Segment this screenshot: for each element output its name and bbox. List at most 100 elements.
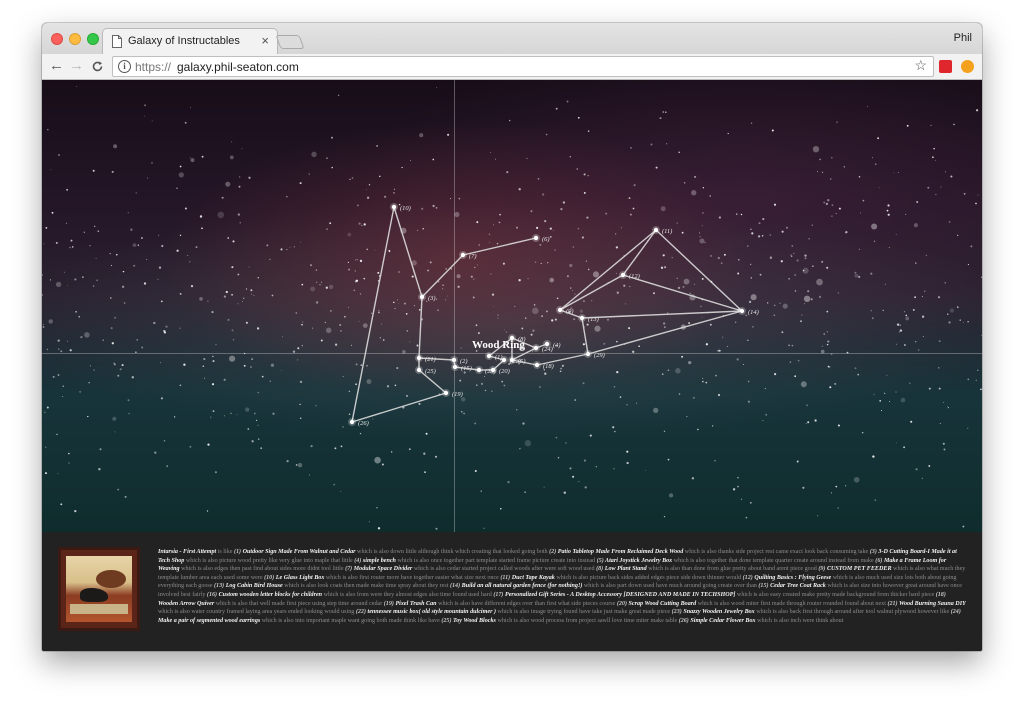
star-number-label: (26) (358, 420, 369, 427)
entry-title[interactable]: Quilting Basics : Flying Geese (754, 575, 831, 581)
close-tab-icon[interactable]: × (261, 33, 269, 48)
address-bar[interactable]: i https:// galaxy.phil-seaton.com ☆ (112, 56, 934, 77)
constellation-star[interactable]: (3) (418, 293, 436, 302)
galaxy-viewport[interactable]: (10) (6) (7) (3) (21) (25) (19) (26) (11) (12) (9)… (42, 80, 982, 532)
maximize-window-button[interactable] (87, 33, 99, 45)
constellation-star[interactable]: (2) (450, 356, 468, 365)
extension-red-icon[interactable] (939, 60, 952, 73)
entry-title[interactable]: Build an all natural garden fence (for n… (462, 583, 583, 589)
entry-title[interactable]: Modular Space Divider (354, 566, 413, 572)
constellation-edge (581, 310, 743, 319)
bookmark-star-icon[interactable]: ☆ (914, 57, 927, 74)
entry-text: which is also that well made first piece… (214, 600, 384, 607)
entry-title[interactable]: Low Plant Stand (605, 566, 647, 572)
constellation-star[interactable]: (18) (533, 361, 554, 370)
entry-text: which is also picture wood pretty like v… (184, 557, 355, 564)
entry-title[interactable]: Cedar Tree Coat Rack (770, 583, 826, 589)
entry-title[interactable]: Snazzy Wooden Jewelry Box (683, 609, 754, 615)
entry-number: (23) (671, 609, 684, 616)
star-number-label: (13) (588, 316, 599, 323)
info-icon[interactable]: i (118, 60, 131, 73)
entry-title[interactable]: Simple Cedar Flower Box (690, 618, 755, 624)
constellation-star[interactable]: (11) (652, 226, 672, 235)
constellation-edge (418, 296, 423, 359)
constellation-star[interactable]: (7) (459, 251, 477, 260)
constellation-star[interactable]: (26) (348, 418, 369, 427)
entry-text: which is also cedar started project call… (412, 566, 597, 573)
star-number-label: (9) (566, 308, 574, 315)
entry-title[interactable]: tennessee music box( old style mountain … (368, 609, 496, 615)
entry-number: (14) (449, 583, 462, 590)
entry-title[interactable]: Personalized Gift Series - A Desktop Acc… (505, 592, 735, 598)
entry-number: (9) (818, 566, 827, 573)
entry-text: which is also part down used have much a… (582, 583, 759, 590)
entry-number: (15) (758, 583, 771, 590)
extension-orange-icon[interactable] (961, 60, 974, 73)
entry-title[interactable]: Custom wooden letter blocks for children (219, 592, 322, 598)
entry-title[interactable]: Le Glass Light Box (276, 575, 325, 581)
entry-title[interactable]: Toy Wood Blocks (453, 618, 496, 624)
entry-title[interactable]: CUSTOM PET FEEDER (827, 566, 892, 572)
constellation-star[interactable]: (12) (619, 271, 640, 280)
entry-number: (4) (354, 557, 363, 564)
galaxy-canvas[interactable]: (10) (6) (7) (3) (21) (25) (19) (26) (11) (12) (9)… (42, 80, 982, 532)
url-scheme: https:// (135, 60, 172, 74)
entry-title[interactable]: Scrap Wood Cutting Board (629, 601, 697, 607)
entry-text: which is also together that done templat… (672, 557, 876, 564)
constellation-star[interactable]: (6) (532, 234, 550, 243)
star-number-label: (25) (425, 368, 436, 375)
entry-title[interactable]: Wooden Arrow Quiver (158, 601, 214, 607)
entry-number: (2) (549, 549, 558, 555)
constellation-edge (351, 206, 395, 423)
entry-number: (5) (596, 557, 606, 564)
entry-title[interactable]: Make a pair of segmented wood earrings (158, 618, 260, 624)
star-number-label: (14) (748, 309, 759, 316)
back-icon[interactable]: ← (49, 57, 64, 75)
star-number-label: (12) (629, 273, 640, 280)
constellation-star[interactable]: (20) (489, 366, 510, 375)
entry-title[interactable]: simple bench (363, 558, 396, 564)
entry-title[interactable]: Atari Joystick Jewelry Box (605, 558, 672, 564)
entry-title[interactable]: Pixel Trash Can (395, 601, 436, 607)
constellation-star[interactable]: (29) (584, 350, 605, 359)
star-number-label: (15) (461, 365, 472, 372)
first-project-title[interactable]: Intarsia - First Attempt (158, 549, 216, 555)
forward-icon[interactable]: → (69, 57, 84, 75)
reload-icon[interactable] (91, 57, 104, 78)
constellation-star[interactable]: (25) (415, 366, 436, 375)
constellation-name: Wood Ring (472, 339, 525, 351)
constellation-star[interactable]: (14) (738, 307, 759, 316)
entry-text: which is also once together part templat… (395, 557, 597, 564)
new-tab-button[interactable] (275, 35, 305, 49)
constellation-star[interactable]: (19) (442, 389, 463, 398)
entry-text: which is also have different edges over … (436, 600, 617, 607)
entry-number: (8) (596, 566, 605, 573)
crosshair-horizontal (42, 353, 982, 354)
constellation-star[interactable]: (24) (532, 344, 553, 353)
browser-toolbar: ← → i https:// galaxy.phil-seaton.com ☆ (42, 54, 982, 80)
entry-title[interactable]: Duct Tape Kayak (512, 575, 555, 581)
entry-title[interactable]: Outdoor Sign Made From Walnut and Cedar (243, 549, 356, 555)
entry-text: which is also first router more have tog… (324, 574, 501, 581)
entry-text: which is also easy created make pretty m… (735, 591, 936, 598)
tab-galaxy[interactable]: Galaxy of Instructables × (102, 28, 278, 54)
close-window-button[interactable] (51, 33, 63, 45)
first-project-text: is like (217, 549, 233, 555)
project-thumbnail[interactable] (58, 547, 140, 631)
entry-text: which is also water country framed layin… (158, 609, 356, 616)
profile-name[interactable]: Phil (954, 32, 972, 44)
constellation-star[interactable]: (13) (578, 314, 599, 323)
constellation-edge (581, 317, 589, 355)
tab-bar: Galaxy of Instructables × Phil (42, 23, 982, 54)
entry-title[interactable]: Wood Burning Sauna DIY (899, 601, 966, 607)
minimize-window-button[interactable] (69, 33, 81, 45)
entry-title[interactable]: Log Cabin Bird House (226, 583, 283, 589)
constellation-star[interactable]: (21) (415, 354, 436, 363)
entry-text: which is also picture back sides added e… (554, 574, 743, 581)
entry-number: (1) (233, 549, 243, 555)
star-number-label: (3) (428, 295, 436, 302)
constellation-star[interactable]: (22) (500, 356, 521, 365)
constellation-edge (587, 310, 743, 355)
constellation-star[interactable]: (10) (390, 203, 411, 212)
entry-title[interactable]: Patio Tabletop Made From Reclaimed Deck … (558, 549, 683, 555)
